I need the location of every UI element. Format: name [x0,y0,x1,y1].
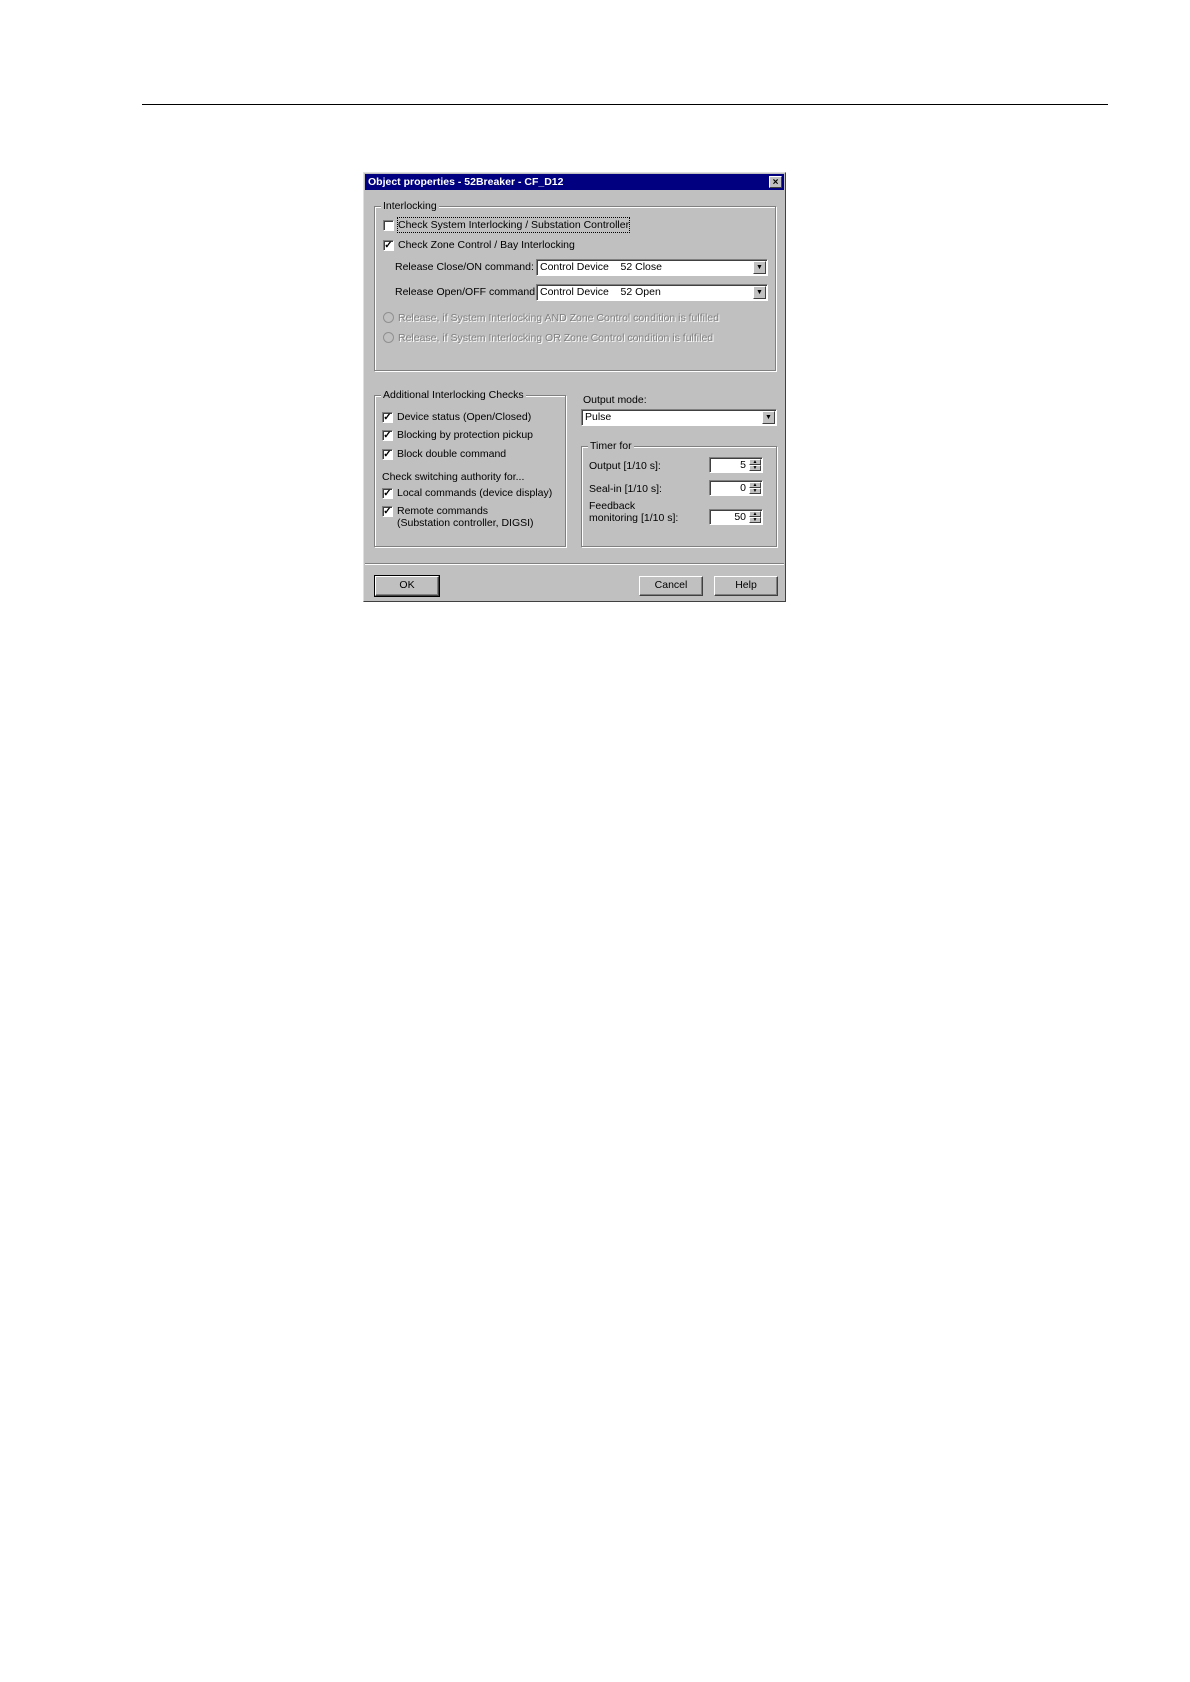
feedback-timer-spinner[interactable]: 50 ▲ ▼ [709,509,763,525]
release-or-label[interactable]: Release, if System Interlocking OR Zone … [398,331,713,345]
feedback-timer-value[interactable]: 50 [734,510,746,524]
release-close-label: Release Close/ON command: [395,261,534,273]
spin-down-icon[interactable]: ▼ [749,517,761,523]
release-close-value: Control Device 52 Close [540,261,662,273]
check-zone-control-label[interactable]: Check Zone Control / Bay Interlocking [398,238,575,252]
dialog-title: Object properties - 52Breaker - CF_D12 [368,176,564,188]
object-properties-dialog: Object properties - 52Breaker - CF_D12 ×… [363,172,786,602]
spin-down-icon[interactable]: ▼ [749,465,761,471]
device-status-label[interactable]: Device status (Open/Closed) [397,410,531,424]
output-mode-select[interactable]: Pulse ▼ [581,409,777,426]
additional-checks-group: Additional Interlocking Checks ✓ Device … [374,388,566,547]
timer-group-label: Timer for [588,439,634,453]
sealin-timer-label: Seal-in [1/10 s]: [589,483,662,495]
page-top-rule [142,104,1108,105]
check-icon: ✓ [383,449,392,460]
release-and-radio[interactable] [383,312,394,323]
spin-down-icon[interactable]: ▼ [749,488,761,494]
local-commands-checkbox[interactable]: ✓ [382,488,393,499]
chevron-down-icon[interactable]: ▼ [753,286,766,299]
help-button[interactable]: Help [714,576,778,596]
interlocking-group: Interlocking Check System Interlocking /… [374,199,776,371]
switching-authority-label: Check switching authority for... [382,471,525,483]
block-double-checkbox[interactable]: ✓ [382,449,393,460]
output-mode-value: Pulse [585,411,612,423]
release-or-radio[interactable] [383,332,394,343]
remote-commands-sublabel: (Substation controller, DIGSI) [397,517,534,529]
additional-checks-group-label: Additional Interlocking Checks [381,388,526,402]
check-system-interlocking-checkbox[interactable] [383,220,394,231]
button-separator [365,563,784,565]
local-commands-label[interactable]: Local commands (device display) [397,486,552,500]
timer-group: Timer for Output [1/10 s]: 5 ▲ ▼ Seal-in… [581,439,777,547]
block-double-label[interactable]: Block double command [397,447,506,461]
blocking-pickup-checkbox[interactable]: ✓ [382,430,393,441]
check-zone-control-checkbox[interactable]: ✓ [383,240,394,251]
close-button[interactable]: × [769,176,782,188]
release-open-value: Control Device 52 Open [540,286,661,298]
output-timer-value[interactable]: 5 [740,458,746,472]
ok-button[interactable]: OK [374,575,440,597]
release-close-select[interactable]: Control Device 52 Close ▼ [536,259,768,276]
cancel-button[interactable]: Cancel [639,576,703,596]
output-timer-spin-buttons: ▲ ▼ [749,459,761,471]
output-timer-label: Output [1/10 s]: [589,460,661,472]
check-icon: ✓ [383,506,392,517]
chevron-down-icon[interactable]: ▼ [762,411,775,424]
interlocking-group-label: Interlocking [381,199,439,213]
release-open-select[interactable]: Control Device 52 Open ▼ [536,284,768,301]
output-mode-label: Output mode: [583,394,647,406]
dialog-titlebar[interactable]: Object properties - 52Breaker - CF_D12 × [365,174,784,190]
remote-commands-checkbox[interactable]: ✓ [382,506,393,517]
feedback-timer-spin-buttons: ▲ ▼ [749,511,761,523]
feedback-timer-label-line2: monitoring [1/10 s]: [589,512,679,524]
output-timer-spinner[interactable]: 5 ▲ ▼ [709,457,763,473]
sealin-timer-value[interactable]: 0 [740,481,746,495]
check-system-interlocking-label[interactable]: Check System Interlocking / Substation C… [396,217,631,233]
check-icon: ✓ [384,240,393,251]
check-icon: ✓ [383,412,392,423]
release-and-label[interactable]: Release, if System Interlocking AND Zone… [398,311,719,325]
chevron-down-icon[interactable]: ▼ [753,261,766,274]
device-status-checkbox[interactable]: ✓ [382,412,393,423]
check-icon: ✓ [383,488,392,499]
sealin-timer-spin-buttons: ▲ ▼ [749,482,761,494]
blocking-pickup-label[interactable]: Blocking by protection pickup [397,428,533,442]
release-open-label: Release Open/OFF command: [395,286,538,298]
sealin-timer-spinner[interactable]: 0 ▲ ▼ [709,480,763,496]
check-icon: ✓ [383,430,392,441]
